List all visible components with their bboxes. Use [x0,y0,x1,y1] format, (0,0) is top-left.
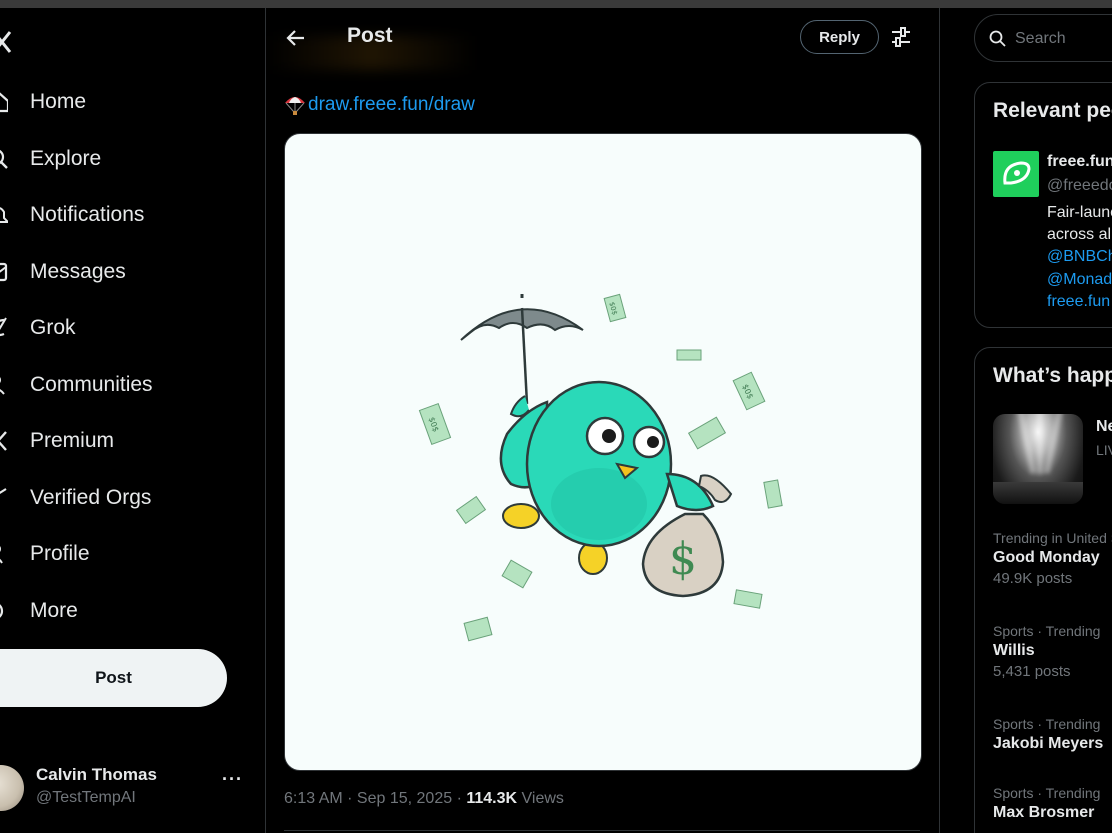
whats-happening-title: What’s happening [993,364,1112,387]
nav-label-messages: Messages [30,260,126,283]
trend-item[interactable]: Trending in United States Good Monday 49… [993,530,1112,587]
search-input[interactable] [1013,27,1112,51]
money-bill [687,416,727,450]
x-logo-icon [0,431,7,451]
page-title: Post [347,24,393,47]
more-options-icon[interactable]: ··· [222,769,243,790]
freee-logo-icon [1003,161,1031,185]
money-bill [501,559,533,589]
live-event-title[interactable]: New York Fashion Week [1096,418,1112,436]
trend-item[interactable]: Sports · Trending Willis 5,431 posts [993,623,1100,680]
post-header: Post Reply [266,8,939,70]
grok-icon [0,317,7,337]
trend-item[interactable]: Sports · Trending Jakobi Meyers [993,716,1103,753]
envelope-icon [0,262,8,282]
search-icon [0,149,8,169]
sliders-icon[interactable] [890,26,912,48]
trend-context: Sports · Trending [993,716,1101,732]
profile-link[interactable]: freee.fun [1047,293,1110,311]
money-bill: $0$ [732,371,766,411]
post-link[interactable]: draw.freee.fun/draw [308,94,475,116]
relevant-bio-line: across all chains [1047,226,1112,243]
nav-label-home: Home [30,90,87,113]
nav-label-explore: Explore [30,147,102,170]
money-bill: $0$ [603,293,627,323]
trend-name: Good Monday [993,549,1100,566]
relevant-bio-line: Fair-launch tokens [1047,204,1112,221]
live-event-status: LIVE [1096,442,1112,458]
relevant-name[interactable]: freee.fun [1047,153,1112,171]
money-bill [763,479,783,509]
money-bill: $0$ [418,403,452,445]
post-button[interactable]: Post [0,649,227,707]
more-circle-icon [0,604,4,618]
right-sidebar: Relevant people freee.fun @freeedotfun F… [940,8,1112,833]
avatar [0,765,24,811]
browser-top-strip [0,0,1112,8]
bell-icon [0,207,8,223]
bird-illustration: $0$ $0$ $0$ $ [418,293,783,642]
post-views-count: 114.3K [466,790,518,807]
nav-label-profile: Profile [30,542,90,565]
money-bill [733,589,763,609]
avatar[interactable] [993,151,1039,197]
svg-text:$: $ [669,534,697,585]
trend-name: Jakobi Meyers [993,735,1104,752]
post-meta: 6:13 AM · Sep 15, 2025 · 114.3K Views [284,790,564,808]
nav-label-communities: Communities [30,373,153,396]
nav-label-notifications: Notifications [30,203,145,226]
search-icon [989,30,1006,47]
trend-item[interactable]: Sports · Trending Max Brosmer [993,785,1100,822]
trend-count: 5,431 posts [993,663,1071,680]
whats-happening-card: What’s happening New York Fashion Week L… [974,347,1112,833]
left-navigation: Home Explore Notifications Messages Grok… [0,8,265,833]
nav-label-more: More [30,599,78,622]
post-detail-column: Post Reply draw.freee.fun/draw $0$ $0$ $… [266,8,939,833]
post-image[interactable]: $0$ $0$ $0$ $ [284,133,922,771]
nav-label-verified-orgs: Verified Orgs [30,486,152,509]
money-bill [463,616,493,642]
live-event-thumbnail[interactable] [993,414,1083,504]
trend-count: 49.9K posts [993,570,1073,587]
lightning-icon [0,488,7,495]
trend-name: Willis [993,642,1035,659]
search-box[interactable] [974,14,1112,62]
trend-context: Trending in United States [993,530,1112,546]
trend-context: Sports · Trending [993,623,1101,639]
money-bill [676,349,702,361]
account-handle: @TestTempAI [36,789,136,806]
x-logo-icon[interactable] [0,30,12,54]
person-icon [0,546,3,564]
post-time: 6:13 AM · Sep 15, 2025 · [284,790,467,807]
money-bill [455,495,487,525]
relevant-people-card: Relevant people freee.fun @freeedotfun F… [974,82,1112,328]
relevant-handle: @freeedotfun [1047,177,1112,194]
reply-button[interactable]: Reply [800,20,879,54]
account-name: Calvin Thomas [36,765,157,784]
account-switcher[interactable]: Calvin Thomas @TestTempAI ··· [0,761,250,817]
mention-link[interactable]: @Monad [1047,271,1112,289]
trend-name: Max Brosmer [993,804,1095,821]
mention-link[interactable]: @BNBChain [1047,248,1112,266]
nav-label-grok: Grok [30,316,76,339]
home-icon [0,92,8,113]
parachute-icon [285,97,305,115]
nav-label-premium: Premium [30,429,115,452]
trend-context: Sports · Trending [993,785,1101,801]
post-views-label: Views [517,790,564,807]
people-icon [0,377,5,395]
relevant-people-title: Relevant people [993,99,1112,122]
divider [284,830,920,831]
back-arrow-icon[interactable] [284,26,308,50]
post-text: draw.freee.fun/draw [284,92,475,118]
